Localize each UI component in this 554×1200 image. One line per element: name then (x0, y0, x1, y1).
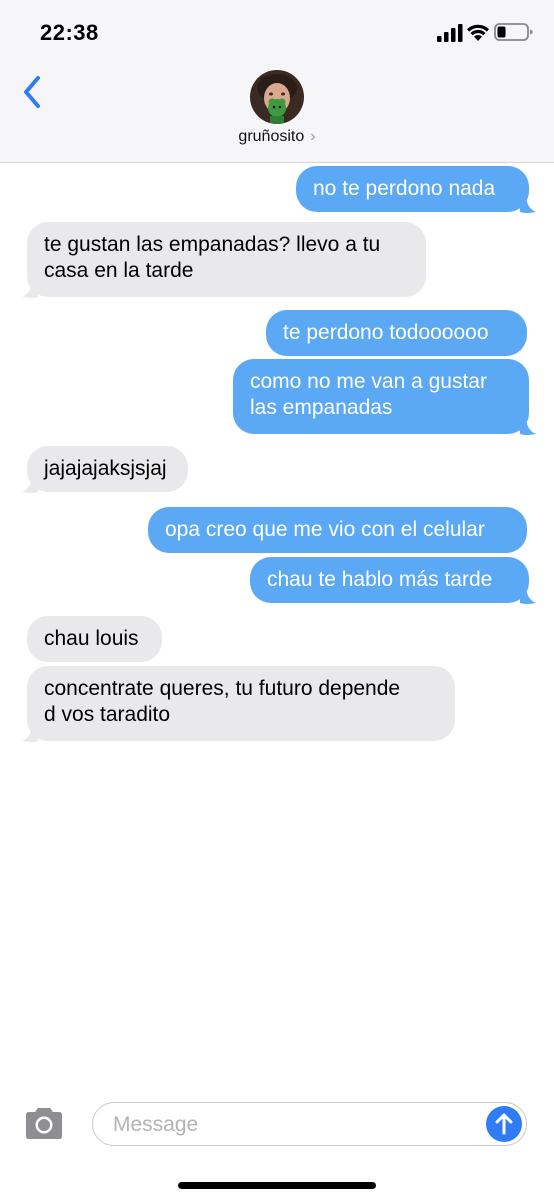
message-input-field[interactable] (92, 1102, 527, 1147)
message-bubble-received[interactable]: jajajajaksjsjaj (27, 446, 188, 492)
message-text: jajajajaksjsjaj (44, 457, 167, 480)
message-bubble-sent[interactable]: como no me van a gustar las empanadas (233, 359, 529, 434)
chevron-right-icon: › (310, 128, 316, 145)
message-text: te perdono todoooooo (283, 321, 489, 344)
contact-name: gruñosito (238, 128, 305, 145)
message-text-line: como no me van a gustar (250, 370, 487, 393)
message-thread: no te perdono nada te gustan las empanad… (0, 163, 554, 1083)
message-input[interactable] (111, 1103, 475, 1147)
message-text-line: concentrate queres, tu futuro depende (44, 677, 401, 700)
status-bar: 22:38 (0, 0, 554, 62)
message-text: chau te hablo más tarde (267, 568, 493, 591)
back-chevron-icon[interactable] (20, 74, 46, 110)
avatar-photo (250, 70, 304, 124)
message-bubble-sent[interactable]: chau te hablo más tarde (250, 557, 529, 603)
bubble-tail (520, 585, 536, 604)
message-bubble-sent[interactable]: te perdono todoooooo (266, 310, 527, 356)
message-bubble-received[interactable]: concentrate queres, tu futuro depende d … (27, 666, 455, 741)
home-indicator (178, 1182, 376, 1189)
bubble-tail (22, 474, 38, 493)
battery-icon (494, 23, 533, 41)
message-text: opa creo que me vio con el celular (165, 518, 485, 541)
message-text: chau louis (44, 627, 139, 650)
contact-name-row[interactable]: gruñosito › (0, 128, 554, 146)
message-bubble-sent[interactable]: opa creo que me vio con el celular (148, 507, 527, 553)
message-bubble-received[interactable]: te gustan las empanadas? llevo a tu casa… (27, 222, 426, 297)
bubble-tail (22, 723, 38, 742)
message-text: no te perdono nada (313, 177, 496, 200)
message-text-line: d vos taradito (44, 703, 171, 726)
bubble-tail (22, 279, 38, 298)
message-text-line: casa en la tarde (44, 259, 194, 282)
cellular-signal-icon (437, 24, 463, 42)
wifi-icon (467, 24, 489, 41)
arrow-up-icon (495, 1113, 513, 1135)
message-bubble-received[interactable]: chau louis (27, 616, 162, 662)
message-text-line: te gustan las empanadas? llevo a tu (44, 233, 381, 256)
message-text-line: las empanadas (250, 396, 393, 419)
bubble-tail (520, 194, 536, 213)
send-button[interactable] (486, 1106, 522, 1142)
camera-icon[interactable] (22, 1106, 66, 1142)
contact-avatar[interactable] (250, 70, 304, 124)
message-bubble-sent[interactable]: no te perdono nada (296, 166, 529, 212)
bubble-tail (520, 416, 536, 435)
status-time: 22:38 (40, 20, 99, 45)
